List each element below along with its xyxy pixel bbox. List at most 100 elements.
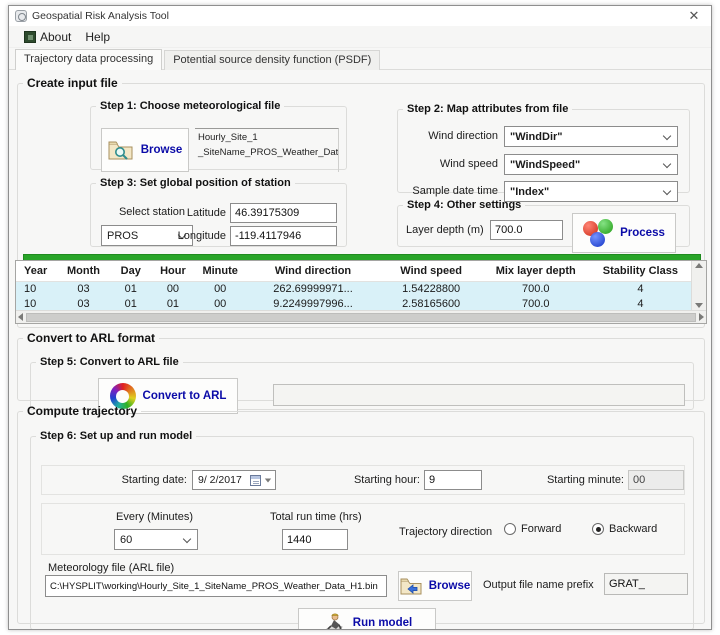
run-model-button[interactable]: Run model: [298, 608, 436, 630]
backward-radio[interactable]: Backward: [592, 523, 657, 535]
output-prefix-field[interactable]: [604, 573, 688, 595]
longitude-field[interactable]: [230, 226, 337, 246]
table-row[interactable]: 10 03 01 01 00 9.2249997996... 2.5816560…: [16, 296, 691, 311]
app-window: Geospatial Risk Analysis Tool ✕ About He…: [8, 5, 712, 630]
compute-trajectory-group: Compute trajectory Step 6: Set up and ru…: [17, 404, 705, 624]
latitude-label: Latitude: [184, 207, 226, 219]
step3-group: Step 3: Set global position of station S…: [90, 177, 347, 247]
starting-date-picker[interactable]: 9/ 2/2017: [192, 470, 276, 490]
col-stability-class[interactable]: Stability Class: [590, 261, 691, 281]
sample-date-time-label: Sample date time: [398, 185, 498, 197]
wind-direction-select[interactable]: "WindDir": [504, 126, 678, 147]
step2-group: Step 2: Map attributes from file Wind di…: [397, 103, 690, 193]
menu-help-label: Help: [85, 30, 110, 44]
scroll-down-icon[interactable]: [695, 303, 703, 308]
trajectory-direction-label: Trajectory direction: [399, 526, 492, 538]
col-hour[interactable]: Hour: [151, 261, 195, 281]
chevron-down-icon: [663, 131, 671, 139]
browse-meteorological-button[interactable]: Browse: [101, 128, 189, 172]
step5-label: Step 5: Convert to ARL file: [36, 356, 183, 368]
calendar-icon: [250, 475, 261, 486]
convert-to-arl-label: Convert to ARL: [143, 390, 227, 402]
weather-data-grid: Year Month Day Hour Minute Wind directio…: [16, 261, 691, 311]
window-title: Geospatial Risk Analysis Tool: [32, 10, 169, 22]
about-icon: [24, 31, 36, 43]
date-dropdown-icon[interactable]: [265, 478, 271, 482]
process-label: Process: [620, 227, 665, 239]
browse-meteorological-label: Browse: [141, 144, 183, 156]
starting-hour-field[interactable]: [424, 470, 482, 490]
rgb-gears-icon: [583, 219, 613, 247]
meteorological-file-name: Hourly_Site_1 _SiteName_PROS_Weather_Dat…: [195, 128, 339, 172]
sample-date-time-value: "Index": [510, 186, 660, 198]
step4-label: Step 4: Other settings: [403, 199, 525, 211]
radio-unchecked-icon: [504, 523, 516, 535]
scroll-right-icon[interactable]: [699, 313, 704, 321]
app-icon: [15, 10, 27, 22]
step1-label: Step 1: Choose meteorological file: [96, 100, 284, 112]
longitude-label: Longitude: [175, 230, 226, 242]
convert-progress-bar: [273, 384, 685, 406]
met-file-label: Meteorology file (ARL file): [48, 562, 174, 574]
chevron-down-icon: [663, 186, 671, 194]
tab-strip: Trajectory data processing Potential sou…: [9, 48, 711, 70]
scroll-up-icon[interactable]: [695, 263, 703, 268]
browse-arl-label: Browse: [429, 580, 471, 592]
scrollbar-thumb[interactable]: [26, 313, 696, 322]
step6-label: Step 6: Set up and run model: [36, 430, 196, 442]
met-file-field[interactable]: [45, 575, 387, 597]
folder-arrow-icon: [400, 577, 422, 595]
starting-date-value: 9/ 2/2017: [198, 474, 247, 486]
table-row[interactable]: 10 03 01 00 00 262.69999971... 1.5422880…: [16, 281, 691, 296]
latitude-field[interactable]: [230, 203, 337, 223]
wind-speed-label: Wind speed: [398, 158, 498, 170]
menu-help[interactable]: Help: [78, 28, 117, 46]
scroll-left-icon[interactable]: [18, 313, 23, 321]
menu-about[interactable]: About: [17, 28, 78, 46]
col-month[interactable]: Month: [57, 261, 111, 281]
step5-group: Step 5: Convert to ARL file Convert to A…: [30, 356, 694, 410]
run-settings-panel: Every (Minutes) 60 Total run time (hrs) …: [41, 503, 685, 555]
every-minutes-value: 60: [120, 534, 180, 546]
col-mix-layer-depth[interactable]: Mix layer depth: [482, 261, 590, 281]
every-minutes-select[interactable]: 60: [114, 529, 198, 550]
starting-minute-label: Starting minute:: [532, 474, 624, 486]
convert-arl-label: Convert to ARL format: [23, 331, 159, 345]
menu-bar: About Help: [9, 26, 711, 48]
output-prefix-label: Output file name prefix: [483, 579, 594, 591]
weather-data-table: Year Month Day Hour Minute Wind directio…: [15, 260, 707, 324]
convert-arl-group: Convert to ARL format Step 5: Convert to…: [17, 331, 705, 401]
run-model-label: Run model: [353, 617, 412, 629]
wind-direction-label: Wind direction: [398, 130, 498, 142]
col-day[interactable]: Day: [111, 261, 152, 281]
wind-speed-select[interactable]: "WindSpeed": [504, 154, 678, 175]
col-wind-speed[interactable]: Wind speed: [381, 261, 482, 281]
station-value: PROS: [107, 230, 175, 242]
total-run-time-label: Total run time (hrs): [270, 511, 362, 523]
step1-group: Step 1: Choose meteorological file Brows…: [90, 100, 347, 170]
tab-trajectory-data-processing[interactable]: Trajectory data processing: [15, 49, 162, 70]
forward-radio[interactable]: Forward: [504, 523, 561, 535]
horizontal-scrollbar[interactable]: [16, 310, 706, 323]
col-year[interactable]: Year: [16, 261, 57, 281]
title-bar: Geospatial Risk Analysis Tool ✕: [9, 6, 711, 26]
col-wind-direction[interactable]: Wind direction: [246, 261, 381, 281]
layer-depth-label: Layer depth (m): [406, 224, 484, 236]
col-minute[interactable]: Minute: [195, 261, 246, 281]
radio-checked-icon: [592, 523, 604, 535]
tab-page: Create input file Step 1: Choose meteoro…: [9, 70, 711, 629]
process-button[interactable]: Process: [572, 213, 676, 253]
close-icon[interactable]: ✕: [677, 6, 711, 26]
total-run-time-field[interactable]: [282, 529, 348, 550]
vertical-scrollbar[interactable]: [691, 261, 706, 310]
layer-depth-field[interactable]: [490, 220, 563, 240]
browse-arl-button[interactable]: Browse: [398, 571, 472, 601]
step2-label: Step 2: Map attributes from file: [403, 103, 572, 115]
step6-group: Step 6: Set up and run model Starting da…: [30, 430, 694, 630]
wind-speed-value: "WindSpeed": [510, 159, 660, 171]
start-datetime-panel: Starting date: 9/ 2/2017 Starting hour: …: [41, 465, 685, 495]
backward-label: Backward: [609, 523, 657, 535]
tab-psdf[interactable]: Potential source density function (PSDF): [164, 50, 380, 70]
starting-minute-field: [628, 470, 684, 490]
runner-icon: [322, 611, 346, 630]
